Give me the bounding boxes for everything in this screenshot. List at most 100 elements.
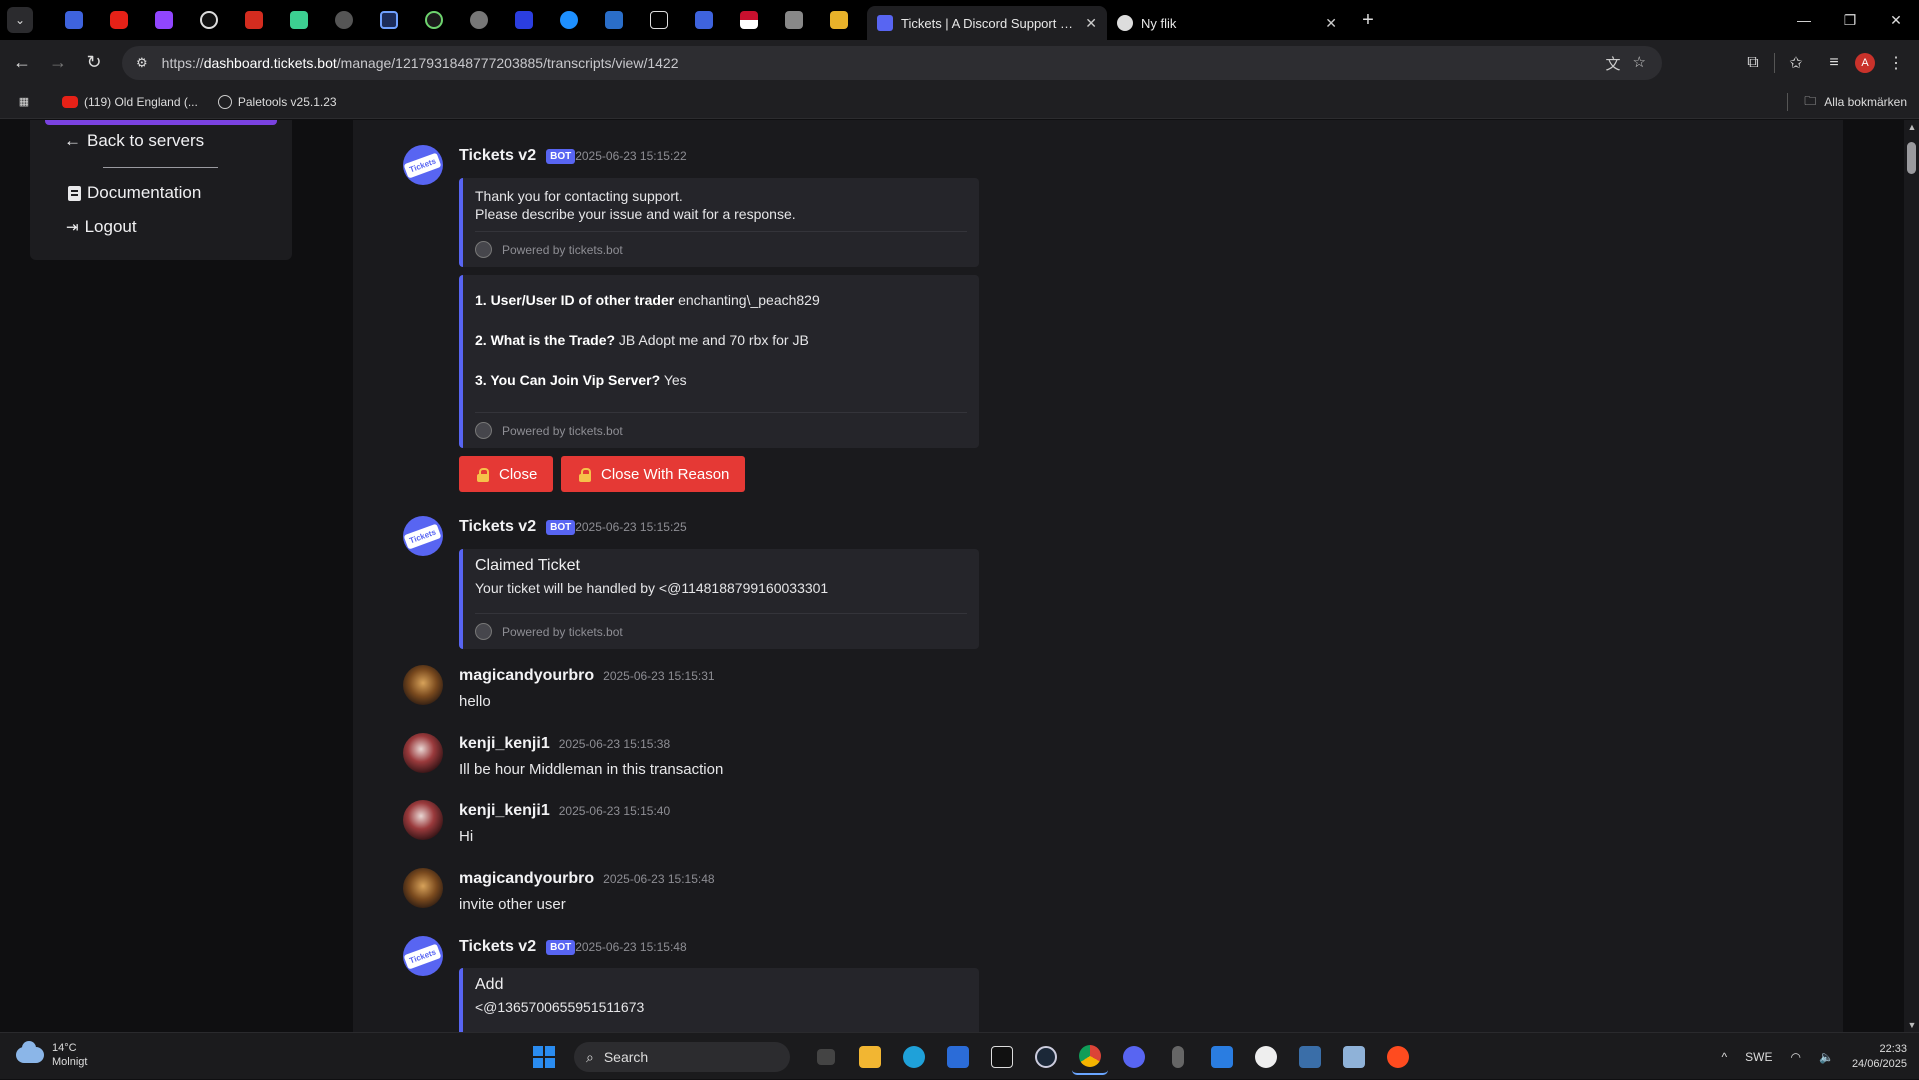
pinned-tab[interactable] [321,0,366,40]
star-icon[interactable]: ☆ [1633,53,1646,74]
pinned-tab[interactable] [366,0,411,40]
tab-new[interactable]: Ny flik ✕ [1107,6,1347,40]
pinned-tab[interactable] [726,0,771,40]
bookmark-old-england[interactable]: (119) Old England (... [62,95,198,109]
pinned-tab[interactable] [816,0,861,40]
close-window-icon[interactable]: ✕ [1873,0,1919,40]
volume-icon[interactable]: 🔈 [1819,1050,1834,1064]
pinned-tab[interactable] [51,0,96,40]
bookmark-paletools[interactable]: Paletools v25.1.23 [217,94,337,109]
tickets-favicon-icon [877,15,893,31]
author-name[interactable]: magicandyourbro [459,870,594,888]
reload-button[interactable]: ↻ [76,45,112,81]
restore-icon[interactable]: ❐ [1827,0,1873,40]
wifi-icon[interactable]: ◠ [1791,1050,1801,1064]
pinned-tab[interactable] [231,0,276,40]
bot-avatar[interactable]: Tickets [403,145,443,185]
pinned-tabs [51,0,861,40]
chevron-up-icon[interactable]: ^ [1722,1050,1728,1064]
notes-app-button[interactable] [1204,1039,1240,1075]
pinned-tab[interactable] [96,0,141,40]
twitch-icon [154,11,173,29]
author-name[interactable]: magicandyourbro [459,667,594,685]
message-header: Tickets v2 BOT 2025-06-23 15:15:22 [459,147,687,165]
ea-button[interactable] [1380,1039,1416,1075]
back-to-servers-link[interactable]: ← Back to servers [64,131,204,151]
pinned-tab[interactable] [591,0,636,40]
store-button[interactable] [940,1039,976,1075]
pinned-tab[interactable] [501,0,546,40]
language-indicator[interactable]: SWE [1745,1050,1772,1064]
edge-button[interactable] [896,1039,932,1075]
scroll-down-icon[interactable]: ▼ [1907,1020,1917,1030]
paw-app-button[interactable] [1248,1039,1284,1075]
media-icon[interactable]: ≡ [1817,46,1851,80]
scrollbar-thumb[interactable] [1907,142,1916,174]
footer-text: Powered by tickets.bot [502,624,623,639]
translate-icon[interactable]: 文 [1606,53,1621,74]
tab-search-button[interactable]: ⌄ [7,7,33,33]
author-name[interactable]: kenji_kenji1 [459,735,550,753]
pinned-tab[interactable] [276,0,321,40]
weather-widget[interactable]: 14°C Molnigt [16,1041,87,1069]
message-header: kenji_kenji1 2025-06-23 15:15:40 [459,802,670,820]
pinned-tab[interactable] [546,0,591,40]
tab-tickets[interactable]: Tickets | A Discord Support Manager ✕ [867,6,1107,40]
photo-app-button[interactable] [1336,1039,1372,1075]
chrome-button[interactable] [1072,1039,1108,1075]
new-tab-button[interactable]: + [1353,5,1383,35]
all-bookmarks[interactable]: 🗀 Alla bokmärken [1787,85,1907,119]
author-name[interactable]: Tickets v2 [459,518,536,536]
close-with-reason-button[interactable]: Close With Reason [561,456,746,492]
logout-link[interactable]: ⇥ Logout [66,217,137,237]
taskbar-search[interactable]: ⌕ Search [574,1042,790,1072]
minimize-icon[interactable]: — [1781,0,1827,40]
back-button[interactable]: ← [4,45,40,81]
pinned-tab[interactable] [636,0,681,40]
close-tab-icon[interactable]: ✕ [1325,15,1337,32]
timestamp: 2025-06-23 15:15:25 [575,520,687,534]
clock[interactable]: 22:33 24/06/2025 [1852,1042,1907,1072]
explorer-button[interactable] [852,1039,888,1075]
profile-avatar[interactable]: A [1855,52,1875,73]
gold-app-icon [829,11,848,29]
epic-games-button[interactable] [984,1039,1020,1075]
site-info-icon[interactable]: ⚙ [136,55,148,71]
page-scrollbar[interactable]: ▲ ▼ [1904,120,1919,1032]
user-avatar[interactable] [403,665,443,705]
pinned-tab[interactable] [456,0,501,40]
chevron-down-icon: ⌄ [14,13,26,27]
toolbar: ← → ↻ ⚙ https://dashboard.tickets.bot/ma… [0,40,1919,85]
author-name[interactable]: Tickets v2 [459,147,536,165]
pinned-tab[interactable] [771,0,816,40]
pinned-tab[interactable] [681,0,726,40]
author-name[interactable]: Tickets v2 [459,938,536,956]
close-tab-icon[interactable]: ✕ [1085,15,1097,32]
user-avatar[interactable] [403,733,443,773]
menu-dots-icon[interactable]: ⋮ [1879,46,1913,80]
raft-button[interactable] [1292,1039,1328,1075]
pinned-tab[interactable] [141,0,186,40]
bookmark-label: Paletools v25.1.23 [237,94,337,109]
forward-button[interactable]: → [40,45,76,81]
bookmarks-icon[interactable]: ✩ [1779,46,1813,80]
apps-button[interactable]: ▦ [16,94,32,110]
mouse-app-button[interactable] [1160,1039,1196,1075]
scroll-up-icon[interactable]: ▲ [1907,122,1917,132]
address-bar[interactable]: ⚙ https://dashboard.tickets.bot/manage/1… [122,46,1662,80]
extensions-icon[interactable]: ⧉ [1736,46,1770,80]
close-button[interactable]: Close [459,456,554,492]
discord-button[interactable] [1116,1039,1152,1075]
field-label: 1. User/User ID of other trader [475,292,675,308]
steam-button[interactable] [1028,1039,1064,1075]
task-view-button[interactable] [808,1039,844,1075]
user-avatar[interactable] [403,868,443,908]
pinned-tab[interactable] [411,0,456,40]
author-name[interactable]: kenji_kenji1 [459,802,550,820]
bot-avatar[interactable]: Tickets [403,516,443,556]
documentation-link[interactable]: Documentation [68,183,201,203]
start-button[interactable] [526,1039,562,1075]
pinned-tab[interactable] [186,0,231,40]
user-avatar[interactable] [403,800,443,840]
bot-avatar[interactable]: Tickets [403,936,443,976]
